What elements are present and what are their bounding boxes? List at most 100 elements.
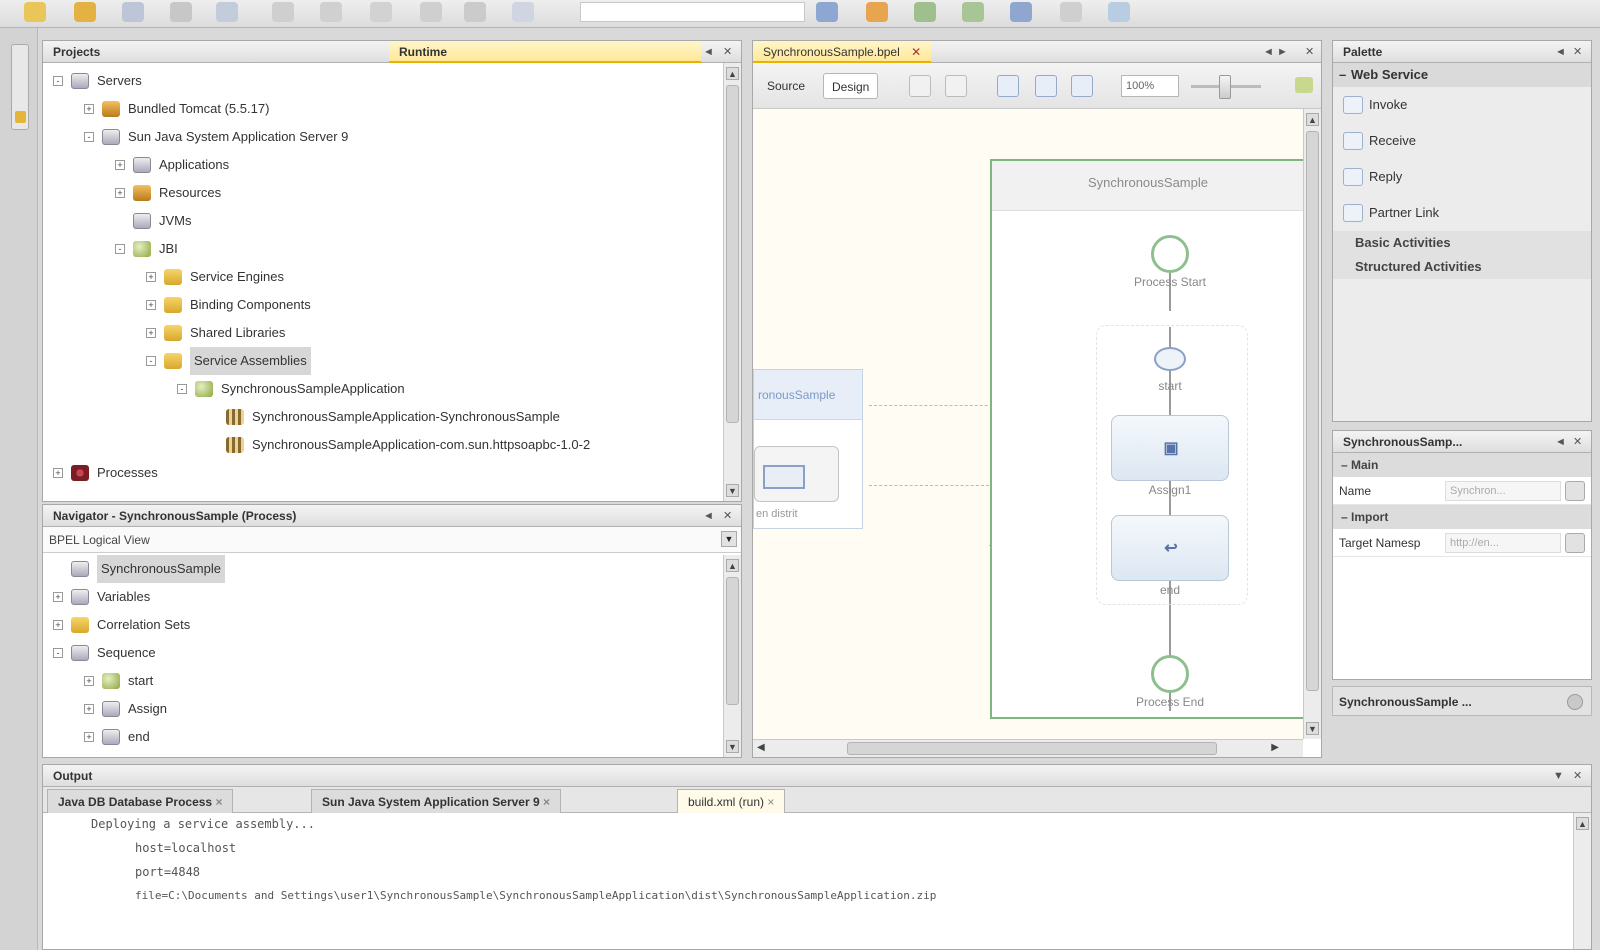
close-icon[interactable]: ✕ <box>1573 41 1582 63</box>
tree-item[interactable]: + Correlation Sets <box>43 611 723 639</box>
toolbar-search-input[interactable] <box>580 2 805 22</box>
close-tab-icon[interactable]: × <box>767 795 774 809</box>
zoom-slider-knob[interactable] <box>1219 75 1231 99</box>
step-into-icon[interactable] <box>962 2 984 22</box>
partner-link-port[interactable] <box>754 446 839 502</box>
design-button[interactable]: Design <box>823 73 879 99</box>
zoom-field[interactable]: 100% <box>1121 75 1179 97</box>
stop-icon[interactable] <box>1108 2 1130 22</box>
ellipsis-button[interactable] <box>1565 481 1585 501</box>
tree-item[interactable]: + Binding Components <box>43 291 723 319</box>
help-icon[interactable] <box>1567 694 1583 710</box>
save-all-icon[interactable] <box>122 2 144 22</box>
new-file-icon[interactable] <box>24 2 46 22</box>
minimize-icon[interactable]: ◄ <box>1555 431 1566 453</box>
fit-width-icon[interactable] <box>1035 75 1057 97</box>
tree-item[interactable]: + Assign <box>43 695 723 723</box>
files-side-tab[interactable] <box>11 44 29 130</box>
properties-group-main[interactable]: – Main <box>1333 453 1591 477</box>
debug-icon[interactable] <box>816 2 838 22</box>
tree-item[interactable]: + Processes <box>43 459 723 487</box>
palette-item[interactable]: Partner Link <box>1333 195 1591 231</box>
properties-group-import[interactable]: – Import <box>1333 505 1591 529</box>
scroll-right-icon[interactable]: ▶ <box>1271 742 1279 753</box>
scroll-left-icon[interactable]: ◀ <box>757 742 765 753</box>
tree-item[interactable]: SynchronousSampleApplication-com.sun.htt… <box>43 431 723 459</box>
scroll-tabs-icon[interactable]: ◄ ► <box>1263 41 1288 63</box>
tree-item[interactable]: + Variables <box>43 583 723 611</box>
tree-item[interactable]: - SynchronousSampleApplication <box>43 375 723 403</box>
cut-icon[interactable] <box>272 2 294 22</box>
process-end-node[interactable] <box>1151 655 1189 693</box>
expand-icon[interactable]: + <box>84 732 94 742</box>
expand-icon[interactable]: + <box>53 620 63 630</box>
step-over-icon[interactable] <box>914 2 936 22</box>
tab-projects[interactable]: Projects <box>43 41 389 63</box>
expand-icon[interactable]: + <box>84 676 94 686</box>
scroll-up-icon[interactable]: ▲ <box>1576 817 1589 830</box>
tree-item[interactable]: + Resources <box>43 179 723 207</box>
expand-icon[interactable]: + <box>146 300 156 310</box>
scroll-down-icon[interactable]: ▼ <box>726 484 739 497</box>
tree-item[interactable]: - Sequence <box>43 639 723 667</box>
tree-item[interactable]: - JBI <box>43 235 723 263</box>
tree-item[interactable]: + Service Engines <box>43 263 723 291</box>
palette-section-web-service[interactable]: – Web Service <box>1333 63 1591 87</box>
collapse-icon[interactable]: - <box>53 648 63 658</box>
scroll-down-icon[interactable]: ▼ <box>1306 722 1319 735</box>
tab-build-xml[interactable]: build.xml (run) × <box>677 789 786 813</box>
tab-java-db[interactable]: Java DB Database Process × <box>47 789 234 813</box>
collapse-icon[interactable]: - <box>146 356 156 366</box>
fit-diagram-icon[interactable] <box>997 75 1019 97</box>
validate-icon[interactable] <box>909 75 931 97</box>
palette-item[interactable]: Reply <box>1333 159 1591 195</box>
expand-icon[interactable]: + <box>115 188 125 198</box>
continue-icon[interactable] <box>1060 2 1082 22</box>
scroll-down-icon[interactable]: ▼ <box>726 740 739 753</box>
palette-section-structured-activities[interactable]: Structured Activities <box>1333 255 1591 279</box>
open-project-icon[interactable] <box>74 2 96 22</box>
close-icon[interactable]: ✕ <box>1573 765 1582 787</box>
tree-item[interactable]: + Shared Libraries <box>43 319 723 347</box>
step-out-icon[interactable] <box>1010 2 1032 22</box>
collapse-icon[interactable]: - <box>84 132 94 142</box>
scroll-thumb[interactable] <box>1306 131 1319 691</box>
close-icon[interactable]: ✕ <box>723 505 732 527</box>
runtime-scrollbar[interactable]: ▲ ▼ <box>723 63 741 501</box>
tab-runtime[interactable]: Runtime <box>389 41 701 63</box>
tree-item[interactable]: + Applications <box>43 151 723 179</box>
canvas-hscroll[interactable]: ◀ ▶ <box>753 739 1303 757</box>
reply-activity[interactable]: ↩ <box>1111 515 1229 581</box>
scroll-up-icon[interactable]: ▲ <box>726 559 739 572</box>
ellipsis-button[interactable] <box>1565 533 1585 553</box>
build-icon[interactable] <box>420 2 442 22</box>
expand-icon[interactable]: + <box>146 272 156 282</box>
undo-icon[interactable] <box>170 2 192 22</box>
partner-link[interactable]: ronousSample en distrit <box>753 369 863 529</box>
process-start-node[interactable] <box>1151 235 1189 273</box>
scroll-up-icon[interactable]: ▲ <box>1306 113 1319 126</box>
minimize-icon[interactable]: ◄ <box>703 505 714 527</box>
tree-item[interactable]: + end <box>43 723 723 751</box>
view-selector[interactable]: BPEL Logical View ▼ <box>43 527 741 553</box>
expand-icon[interactable]: + <box>146 328 156 338</box>
scroll-thumb[interactable] <box>726 85 739 423</box>
tree-item[interactable]: + start <box>43 667 723 695</box>
minimize-icon[interactable]: ▼ <box>1553 765 1564 787</box>
output-console[interactable]: Deploying a service assembly... host=loc… <box>43 813 1573 949</box>
navigate-icon[interactable] <box>1295 77 1313 93</box>
scroll-up-icon[interactable]: ▲ <box>726 67 739 80</box>
process-container[interactable]: SynchronousSample Process Start start ▣ … <box>990 159 1306 719</box>
chevron-down-icon[interactable]: ▼ <box>721 531 737 547</box>
collapse-icon[interactable]: - <box>177 384 187 394</box>
minimize-icon[interactable]: ◄ <box>703 41 714 63</box>
design-canvas[interactable]: ronousSample en distrit SynchronousSampl… <box>753 109 1306 739</box>
tree-item[interactable]: - Sun Java System Application Server 9 <box>43 123 723 151</box>
expand-icon[interactable]: + <box>84 104 94 114</box>
expand-icon[interactable] <box>945 75 967 97</box>
tree-item[interactable]: SynchronousSample <box>43 555 723 583</box>
canvas-vscroll[interactable]: ▲ ▼ <box>1303 109 1321 739</box>
scroll-thumb[interactable] <box>726 577 739 705</box>
close-icon[interactable]: ✕ <box>723 41 732 63</box>
close-tab-icon[interactable]: ✕ <box>911 45 921 59</box>
